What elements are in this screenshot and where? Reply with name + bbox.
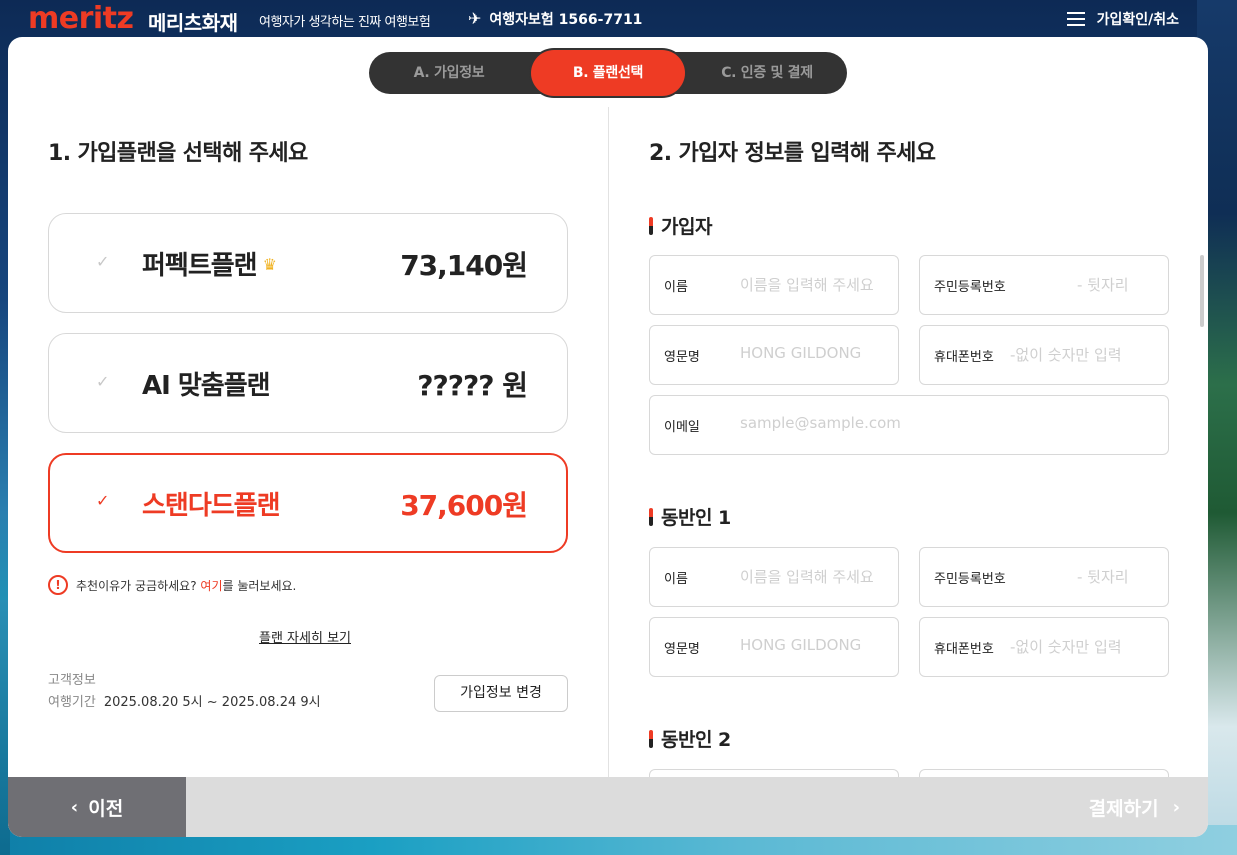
applicant-phone-field[interactable]: 휴대폰번호 -없이 숫자만 입력	[919, 325, 1169, 385]
applicant-heading: 가입자	[649, 212, 712, 239]
main-card: A. 가입정보 B. 플랜선택 C. 인증 및 결제 1. 가입플랜을 선택해 …	[8, 37, 1208, 837]
companion2-heading: 동반인 2	[649, 725, 731, 752]
phone-input[interactable]: -없이 숫자만 입력	[1010, 636, 1122, 657]
footer-bar: ‹ 이전 결제하기 ›	[8, 777, 1208, 837]
notice-link[interactable]: 여기	[200, 579, 222, 593]
alert-icon: !	[48, 575, 68, 595]
plan-detail-link[interactable]: 플랜 자세히 보기	[259, 627, 351, 646]
customer-info-label: 고객정보	[48, 673, 96, 688]
name-input[interactable]: 이름을 입력해 주세요	[740, 566, 874, 587]
plan-price: 37,600원	[400, 489, 528, 522]
crown-icon: ♛	[262, 255, 277, 274]
scrollbar[interactable]	[1200, 255, 1204, 327]
step-a: A. 가입정보	[413, 65, 485, 81]
plan-card-standard-selected[interactable]: ✓ 스탠다드플랜 37,600원	[48, 453, 568, 553]
rrn-input[interactable]: - 뒷자리	[1077, 274, 1129, 295]
column-divider	[608, 107, 609, 777]
travel-period-value: 2025.08.20 5시 ~ 2025.08.24 9시	[103, 695, 321, 710]
hotline-text: 여행자보험 1566-7711	[489, 12, 643, 28]
tagline: 여행자가 생각하는 진짜 여행보험	[259, 15, 431, 30]
plan-section-title: 1. 가입플랜을 선택해 주세요	[48, 141, 308, 166]
airplane-icon: ✈	[468, 9, 482, 28]
meritz-logo[interactable]: meritz	[28, 2, 134, 36]
eng-name-input[interactable]: HONG GILDONG	[740, 636, 861, 654]
heading-bar	[649, 729, 653, 748]
menu-button[interactable]: 가입확인/취소	[1066, 9, 1179, 29]
heading-bar	[649, 507, 653, 526]
top-header: meritz 메리츠화재 여행자가 생각하는 진짜 여행보험 ✈ 여행자보험 1…	[0, 0, 1237, 38]
companion1-phone-field[interactable]: 휴대폰번호 -없이 숫자만 입력	[919, 617, 1169, 677]
form-section-title: 2. 가입자 정보를 입력해 주세요	[649, 141, 936, 166]
hamburger-icon[interactable]	[1066, 12, 1085, 26]
companion1-rrn-field[interactable]: 주민등록번호 - 뒷자리	[919, 547, 1169, 607]
applicant-rrn-field[interactable]: 주민등록번호 - 뒷자리	[919, 255, 1169, 315]
brand-name: 메리츠화재	[148, 11, 238, 35]
name-input[interactable]: 이름을 입력해 주세요	[740, 274, 874, 295]
recommendation-notice: ! 추천이유가 궁금하세요? 여기를 눌러보세요.	[48, 575, 296, 595]
plan-price: ????? 원	[417, 369, 528, 402]
chevron-right-icon: ›	[1172, 796, 1180, 818]
plan-card-ai[interactable]: ✓ AI 맞춤플랜 ????? 원	[48, 333, 568, 433]
pay-button[interactable]: 결제하기 ›	[1089, 777, 1180, 837]
heading-bar	[649, 216, 653, 235]
check-icon: ✓	[96, 372, 110, 391]
notice-text: 추천이유가 궁금하세요? 여기를 눌러보세요.	[76, 578, 297, 593]
plan-price: 73,140원	[400, 249, 528, 282]
chevron-left-icon: ‹	[70, 796, 79, 818]
email-input[interactable]: sample@sample.com	[740, 414, 901, 432]
companion1-eng-name-field[interactable]: 영문명 HONG GILDONG	[649, 617, 899, 677]
applicant-name-field[interactable]: 이름 이름을 입력해 주세요	[649, 255, 899, 315]
step-indicator: A. 가입정보 B. 플랜선택 C. 인증 및 결제	[369, 50, 847, 96]
hotline: ✈ 여행자보험 1566-7711	[468, 9, 642, 29]
companion1-name-field[interactable]: 이름 이름을 입력해 주세요	[649, 547, 899, 607]
plan-card-perfect[interactable]: ✓ 퍼펙트플랜 ♛ 73,140원	[48, 213, 568, 313]
companion1-heading: 동반인 1	[649, 503, 731, 530]
travel-period: 여행기간 2025.08.20 5시 ~ 2025.08.24 9시	[48, 695, 321, 710]
eng-name-input[interactable]: HONG GILDONG	[740, 344, 861, 362]
applicant-eng-name-field[interactable]: 영문명 HONG GILDONG	[649, 325, 899, 385]
plan-name: AI 맞춤플랜	[142, 371, 271, 401]
check-icon: ✓	[96, 491, 110, 510]
plan-name: 스탠다드플랜	[142, 491, 281, 521]
step-c: C. 인증 및 결제	[721, 65, 813, 81]
plan-name: 퍼펙트플랜 ♛	[142, 251, 277, 281]
change-info-button[interactable]: 가입정보 변경	[434, 675, 568, 712]
menu-label[interactable]: 가입확인/취소	[1097, 9, 1179, 29]
prev-button[interactable]: ‹ 이전	[8, 777, 186, 837]
rrn-input[interactable]: - 뒷자리	[1077, 566, 1129, 587]
step-b-active: B. 플랜선택	[531, 50, 685, 96]
check-icon: ✓	[96, 252, 110, 271]
applicant-email-field[interactable]: 이메일 sample@sample.com	[649, 395, 1169, 455]
phone-input[interactable]: -없이 숫자만 입력	[1010, 344, 1122, 365]
